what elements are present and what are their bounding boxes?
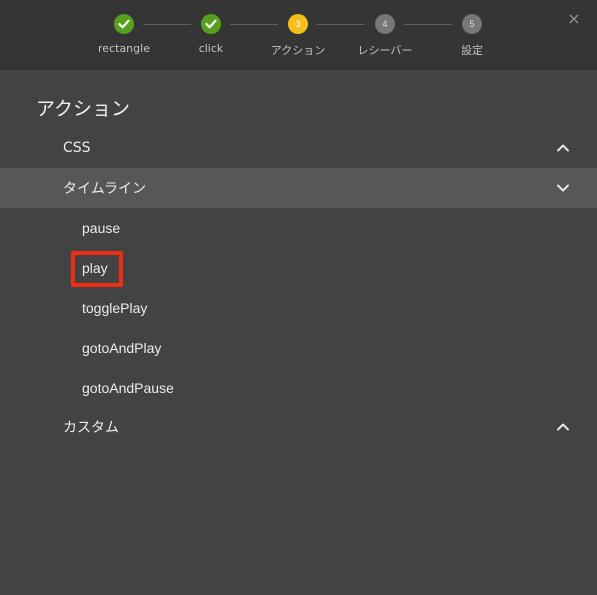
step-rectangle[interactable]: rectangle <box>84 14 164 55</box>
step-number: 5 <box>462 14 482 34</box>
step-label: レシーバー <box>357 44 413 57</box>
item-label: togglePlay <box>82 300 148 316</box>
list-item-gotoandpause[interactable]: gotoAndPause <box>0 368 597 408</box>
step-label: 設定 <box>461 44 483 57</box>
checkmark-icon <box>114 14 134 34</box>
list-item-play[interactable]: play <box>0 248 597 288</box>
list-item-toggleplay[interactable]: togglePlay <box>0 288 597 328</box>
item-label: pause <box>82 220 121 236</box>
step-number: 4 <box>375 14 395 34</box>
chevron-up-icon <box>557 144 569 152</box>
chevron-up-icon <box>557 423 569 431</box>
section-custom[interactable]: カスタム <box>0 407 597 447</box>
step-label: click <box>198 42 224 55</box>
step-click[interactable]: click <box>171 14 251 55</box>
section-label: カスタム <box>63 420 119 436</box>
list-item-gotoandplay[interactable]: gotoAndPlay <box>0 328 597 368</box>
item-label: gotoAndPause <box>82 380 174 396</box>
wizard-header: rectangle click 3 アクション 4 レシーバー 5 設定 × <box>0 0 597 70</box>
step-action[interactable]: 3 アクション <box>258 14 338 58</box>
checkmark-icon <box>201 14 221 34</box>
page-title: アクション <box>36 98 131 120</box>
section-timeline[interactable]: タイムライン <box>0 168 597 208</box>
step-number: 3 <box>288 14 308 34</box>
item-label: play <box>82 260 108 276</box>
close-icon[interactable]: × <box>565 10 583 28</box>
step-receiver[interactable]: 4 レシーバー <box>345 14 425 58</box>
section-label: CSS <box>63 140 91 156</box>
chevron-down-icon <box>557 184 569 192</box>
step-settings[interactable]: 5 設定 <box>432 14 512 58</box>
section-label: タイムライン <box>63 181 147 197</box>
section-css[interactable]: CSS <box>0 128 597 168</box>
step-label: rectangle <box>98 42 150 55</box>
step-label: アクション <box>270 44 326 57</box>
item-label: gotoAndPlay <box>82 340 162 356</box>
list-item-pause[interactable]: pause <box>0 208 597 248</box>
